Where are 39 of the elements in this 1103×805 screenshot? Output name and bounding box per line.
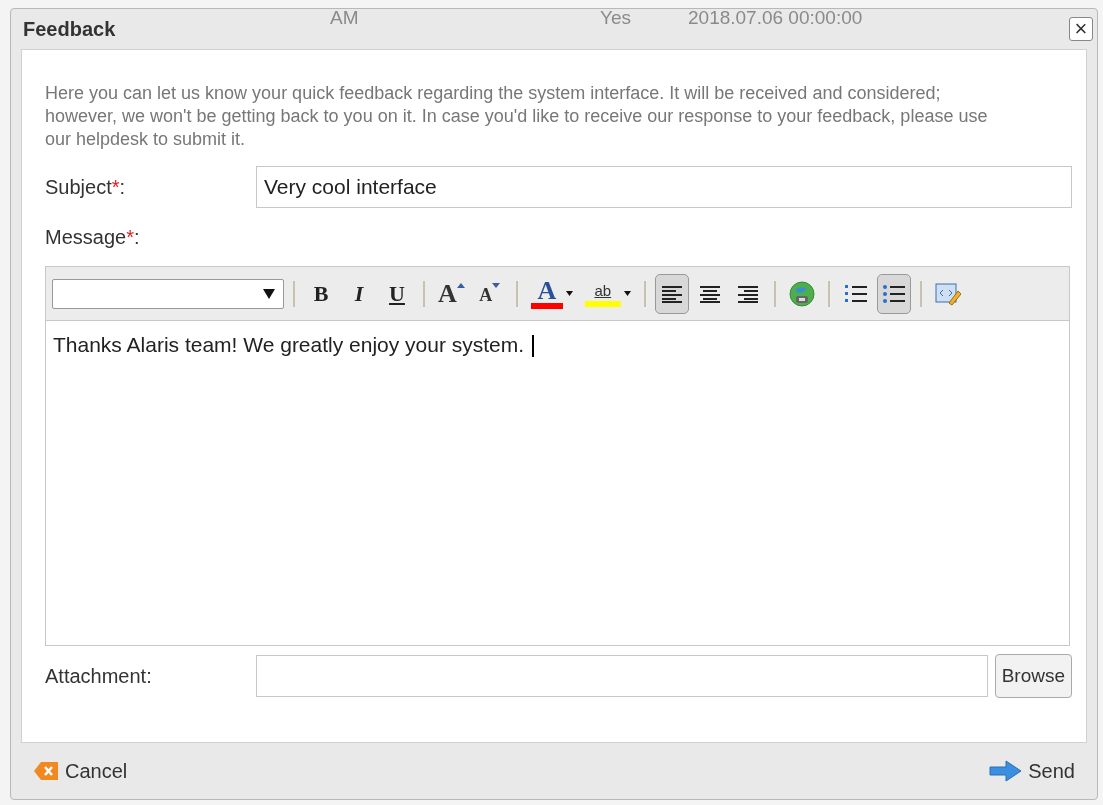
bullet-list-icon bbox=[881, 282, 906, 305]
numbered-list-icon bbox=[843, 282, 868, 305]
font-select[interactable] bbox=[52, 278, 284, 309]
browse-button[interactable]: Browse bbox=[994, 654, 1072, 698]
cancel-icon bbox=[33, 761, 59, 781]
attachment-label: Attachment: bbox=[45, 664, 153, 689]
background-table-text: 2018.07.06 00:00:00 bbox=[688, 6, 864, 30]
dropdown-caret-icon bbox=[263, 288, 275, 299]
message-label: Message*: bbox=[45, 225, 141, 250]
arrow-right-icon bbox=[988, 760, 1023, 782]
small-caret-icon bbox=[623, 291, 631, 296]
intro-text: Here you can let us know your quick feedback regarding the system interface. It will be received and considered; however, we won't be getting back to you on it. In case you'd like to receive our response to your feedback, please use our helpdesk to submit it. bbox=[45, 82, 989, 151]
bullet-list-button[interactable] bbox=[876, 273, 911, 314]
cancel-button[interactable]: Cancel bbox=[33, 756, 128, 786]
align-left-button[interactable] bbox=[654, 273, 689, 314]
highlight-color-button[interactable]: ab bbox=[580, 273, 635, 314]
bold-button[interactable]: B bbox=[304, 273, 338, 314]
close-button[interactable]: × bbox=[1069, 17, 1093, 41]
italic-button[interactable]: I bbox=[342, 273, 376, 314]
decrease-font-button[interactable]: A bbox=[472, 273, 507, 314]
edit-source-icon bbox=[934, 281, 961, 306]
caret-up-icon bbox=[456, 282, 465, 288]
align-center-icon bbox=[698, 284, 721, 303]
align-left-icon bbox=[660, 284, 683, 303]
globe-link-icon bbox=[788, 280, 815, 307]
background-table-text: Yes bbox=[600, 6, 632, 30]
send-button[interactable]: Send bbox=[988, 756, 1075, 786]
background-table-text: AM bbox=[330, 6, 360, 30]
caret-down-icon bbox=[492, 282, 501, 288]
increase-font-button[interactable]: A bbox=[434, 273, 469, 314]
align-right-icon bbox=[736, 284, 759, 303]
window-title: Feedback bbox=[23, 17, 116, 42]
subject-field[interactable]: Very cool interface bbox=[256, 166, 1072, 208]
underline-button[interactable]: U bbox=[380, 273, 414, 314]
text-cursor bbox=[532, 335, 535, 358]
subject-label: Subject*: bbox=[45, 175, 127, 200]
font-color-button[interactable]: A bbox=[526, 273, 577, 314]
attachment-field[interactable] bbox=[256, 655, 988, 697]
small-caret-icon bbox=[565, 291, 573, 296]
